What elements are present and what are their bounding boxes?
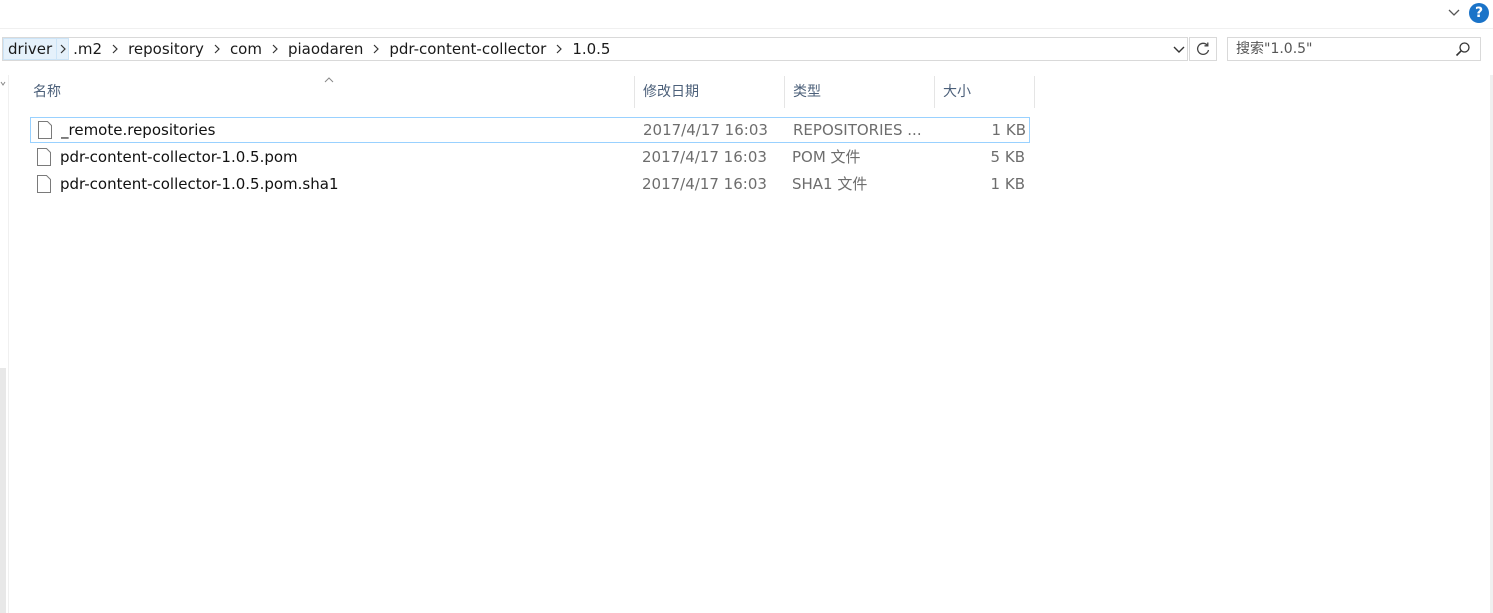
- chevron-right-icon[interactable]: [57, 38, 70, 60]
- file-name: pdr-content-collector-1.0.5.pom: [60, 148, 298, 166]
- column-header-type-label: 类型: [793, 84, 821, 100]
- column-header-date-label: 修改日期: [643, 84, 699, 100]
- breadcrumb-item-com[interactable]: com: [226, 38, 266, 60]
- scroll-arrow-icon[interactable]: [0, 80, 6, 88]
- column-divider[interactable]: [1034, 76, 1035, 108]
- chevron-right-icon[interactable]: [208, 38, 226, 60]
- toolbar-divider: [0, 28, 1493, 29]
- help-icon[interactable]: ?: [1469, 3, 1489, 23]
- navigation-scrollbar-thumb[interactable]: [0, 368, 6, 613]
- file-type: REPOSITORIES ...: [793, 121, 922, 139]
- column-header-name-label: 名称: [33, 84, 61, 100]
- file-size: 1 KB: [990, 175, 1025, 193]
- document-icon: [37, 148, 51, 166]
- breadcrumb-item-repository[interactable]: repository: [124, 38, 208, 60]
- sort-ascending-icon: [324, 77, 334, 83]
- column-header-type[interactable]: 类型: [785, 76, 935, 108]
- column-header-date[interactable]: 修改日期: [635, 76, 785, 108]
- refresh-icon: [1197, 42, 1210, 55]
- column-header-size[interactable]: 大小: [935, 76, 1035, 108]
- file-type: POM 文件: [792, 148, 861, 166]
- address-bar[interactable]: driver .m2 repository com piaodaren pdr-…: [2, 37, 1188, 61]
- document-icon: [38, 121, 52, 139]
- chevron-right-icon[interactable]: [550, 38, 568, 60]
- search-box[interactable]: [1227, 37, 1481, 61]
- breadcrumb: driver .m2 repository com piaodaren pdr-…: [3, 38, 614, 60]
- file-date: 2017/4/17 16:03: [643, 121, 768, 139]
- chevron-right-icon[interactable]: [106, 38, 124, 60]
- search-input[interactable]: [1236, 38, 1436, 60]
- file-row[interactable]: pdr-content-collector-1.0.5.pom.sha1 201…: [30, 172, 1030, 198]
- file-size: 1 KB: [991, 121, 1026, 139]
- file-row[interactable]: pdr-content-collector-1.0.5.pom 2017/4/1…: [30, 145, 1030, 171]
- chevron-down-icon[interactable]: [1446, 5, 1462, 21]
- breadcrumb-item-driver[interactable]: driver: [3, 38, 58, 60]
- file-type: SHA1 文件: [792, 175, 868, 193]
- document-icon: [37, 175, 51, 193]
- file-size: 5 KB: [990, 148, 1025, 166]
- breadcrumb-item-piaodaren[interactable]: piaodaren: [284, 38, 367, 60]
- file-name: _remote.repositories: [61, 121, 216, 139]
- ribbon-strip: [0, 0, 1493, 28]
- file-date: 2017/4/17 16:03: [642, 175, 767, 193]
- file-row[interactable]: _remote.repositories 2017/4/17 16:03 REP…: [30, 117, 1030, 143]
- breadcrumb-item-1-0-5[interactable]: 1.0.5: [568, 38, 614, 60]
- search-icon[interactable]: [1455, 41, 1471, 57]
- refresh-button[interactable]: [1189, 37, 1217, 61]
- breadcrumb-item-m2[interactable]: .m2: [69, 38, 106, 60]
- chevron-right-icon[interactable]: [266, 38, 284, 60]
- breadcrumb-item-pdr-content-collector[interactable]: pdr-content-collector: [385, 38, 550, 60]
- file-name: pdr-content-collector-1.0.5.pom.sha1: [60, 175, 339, 193]
- chevron-down-icon[interactable]: [1171, 41, 1187, 57]
- chevron-right-icon[interactable]: [367, 38, 385, 60]
- column-header-size-label: 大小: [943, 84, 971, 100]
- file-date: 2017/4/17 16:03: [642, 148, 767, 166]
